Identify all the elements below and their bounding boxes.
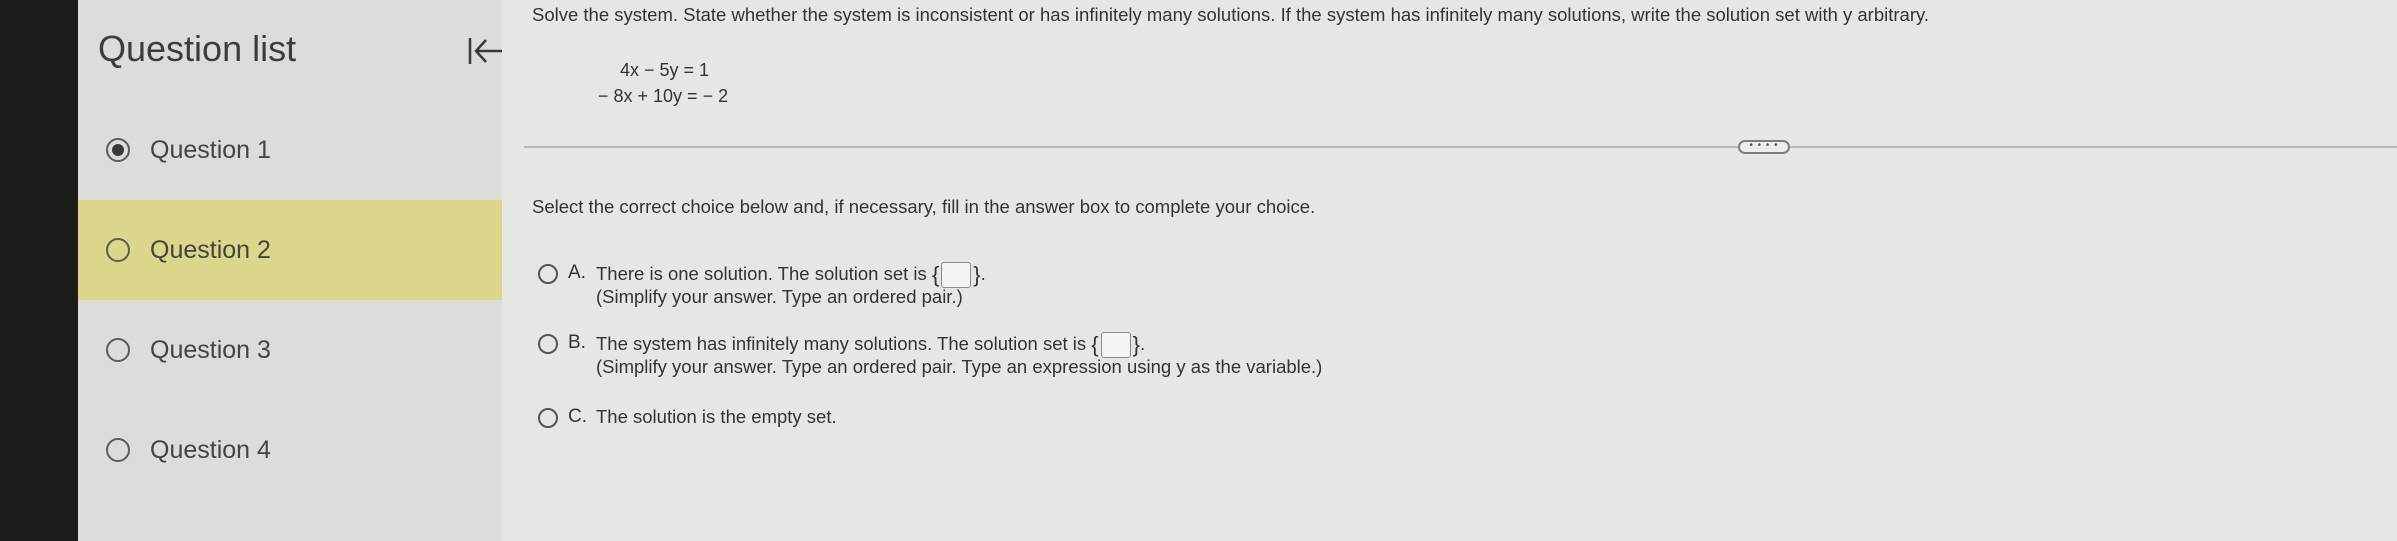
choice-a-hint: (Simplify your answer. Type an ordered p… bbox=[596, 286, 963, 307]
choice-b-radio[interactable] bbox=[538, 334, 558, 354]
equation-1: 4x − 5y = 1 bbox=[620, 60, 710, 80]
question-1-radio[interactable] bbox=[106, 138, 130, 162]
choice-b-answer-box[interactable] bbox=[1100, 332, 1131, 358]
more-options-button[interactable]: • • • • bbox=[1738, 140, 1790, 154]
question-1-label: Question 1 bbox=[150, 136, 271, 164]
sidebar-header: Question list bbox=[98, 28, 502, 78]
choice-a-radio[interactable] bbox=[538, 264, 558, 284]
choice-c: C. The solution is the empty set. bbox=[532, 406, 1732, 466]
question-item-2[interactable]: Question 2 bbox=[78, 200, 502, 300]
choice-c-radio[interactable] bbox=[538, 408, 558, 428]
question-item-4[interactable]: Question 4 bbox=[78, 400, 502, 500]
sidebar-title: Question list bbox=[98, 28, 297, 69]
choice-b: B. The system has infinitely many soluti… bbox=[532, 332, 1732, 392]
question-2-label: Question 2 bbox=[150, 236, 271, 264]
equation-2: − 8x + 10y = − 2 bbox=[598, 86, 729, 106]
choice-a-text-line: There is one solution. The solution set … bbox=[596, 262, 986, 288]
choice-c-text: The solution is the empty set. bbox=[596, 406, 837, 427]
left-edge-strip bbox=[0, 0, 78, 541]
choice-a-letter: A. bbox=[568, 262, 586, 283]
question-2-radio[interactable] bbox=[106, 238, 130, 262]
choice-a-text: There is one solution. The solution set … bbox=[596, 262, 927, 284]
choice-b-hint: (Simplify your answer. Type an ordered p… bbox=[596, 356, 1323, 377]
close-brace-icon: } bbox=[1132, 332, 1140, 357]
open-brace-icon: { bbox=[931, 262, 940, 287]
question-prompt: Solve the system. State whether the syst… bbox=[532, 4, 1930, 25]
choice-c-letter: C. bbox=[568, 406, 587, 427]
close-brace-icon: } bbox=[973, 262, 981, 287]
question-item-3[interactable]: Question 3 bbox=[78, 300, 502, 400]
section-divider bbox=[524, 146, 2397, 148]
question-panel: Solve the system. State whether the syst… bbox=[502, 0, 2397, 541]
choice-b-text-line: The system has infinitely many solutions… bbox=[596, 332, 1146, 358]
question-list-sidebar: Question list Question 1 Question 2 Ques… bbox=[78, 0, 502, 541]
open-brace-icon: { bbox=[1091, 332, 1099, 357]
choice-b-letter: B. bbox=[568, 332, 586, 353]
choice-a: A. There is one solution. The solution s… bbox=[532, 262, 1732, 322]
choice-a-answer-box[interactable] bbox=[941, 262, 972, 288]
question-4-radio[interactable] bbox=[106, 438, 130, 462]
choice-b-text: The system has infinitely many solutions… bbox=[596, 332, 1087, 354]
question-4-label: Question 4 bbox=[150, 436, 271, 464]
question-item-1[interactable]: Question 1 bbox=[78, 100, 502, 200]
question-3-radio[interactable] bbox=[106, 338, 130, 362]
instruction-text: Select the correct choice below and, if … bbox=[532, 196, 1316, 217]
question-3-label: Question 3 bbox=[150, 336, 271, 364]
